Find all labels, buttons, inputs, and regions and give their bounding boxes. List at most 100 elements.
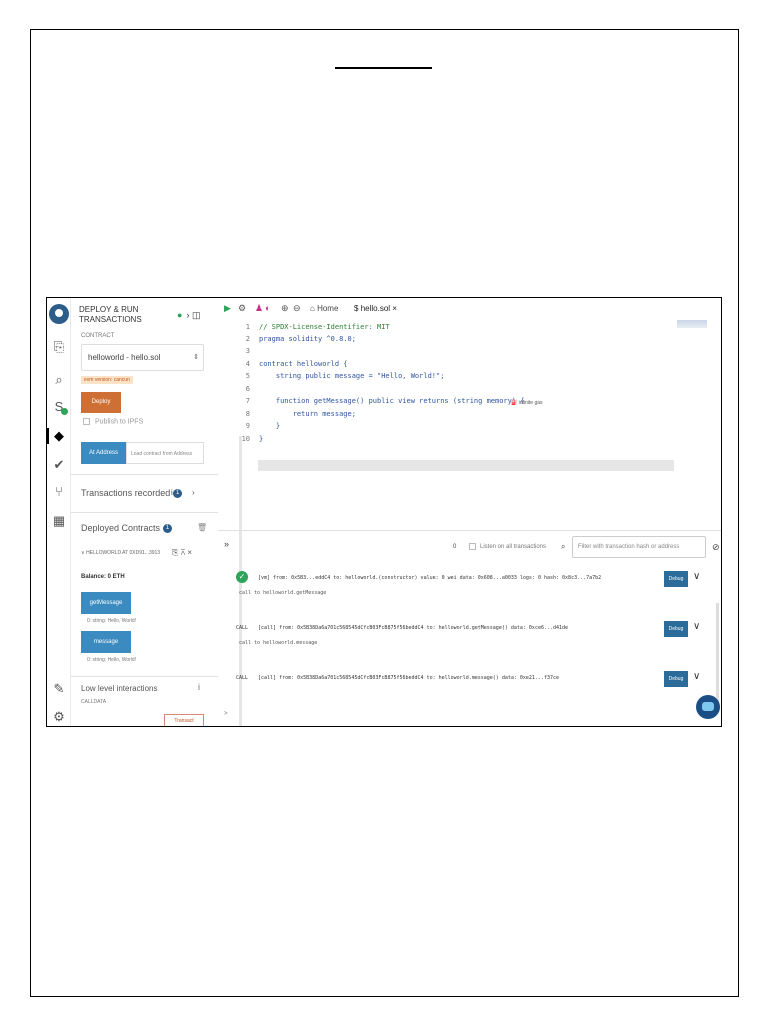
success-check-icon: ✓ bbox=[236, 571, 248, 583]
at-address-input[interactable]: Load contract from Address bbox=[126, 442, 204, 464]
call-tag: CALL bbox=[236, 625, 249, 631]
remix-logo-icon[interactable] bbox=[49, 304, 69, 324]
line-code: contract helloworld { bbox=[259, 360, 348, 368]
shield-icon[interactable]: ● bbox=[177, 310, 182, 320]
chevron-down-icon[interactable]: ∨ bbox=[693, 621, 700, 632]
listen-all-option[interactable]: Listen on all transactions bbox=[469, 543, 546, 550]
line-code: return message; bbox=[259, 410, 356, 418]
panel-title: DEPLOY & RUN TRANSACTIONS bbox=[79, 305, 142, 324]
line-number: 4 bbox=[245, 360, 250, 368]
function-output: 0: string: Hello, World! bbox=[87, 657, 137, 663]
transaction-filter-input[interactable]: Filter with transaction hash or address bbox=[572, 536, 706, 558]
debug-button[interactable]: Debug bbox=[664, 621, 688, 637]
chevron-right-icon[interactable]: › bbox=[186, 310, 189, 320]
publish-ipfs-checkbox[interactable] bbox=[83, 418, 90, 425]
info-icon[interactable]: i bbox=[198, 682, 200, 692]
gas-icon: ⛽ bbox=[511, 400, 518, 406]
test-icon[interactable]: ✔ bbox=[50, 456, 68, 474]
deploy-button[interactable]: Deploy bbox=[81, 392, 121, 413]
zoom-in-icon[interactable]: ⊕ bbox=[281, 303, 289, 314]
line-number: 10 bbox=[241, 435, 250, 443]
file-explorer-icon[interactable]: ⎘ bbox=[50, 338, 68, 356]
debug-button[interactable]: Debug bbox=[664, 571, 688, 587]
transact-button[interactable]: Transact bbox=[164, 714, 204, 726]
debug-button[interactable]: Debug bbox=[664, 671, 688, 687]
deployed-count-badge: 1 bbox=[163, 524, 173, 534]
editor-minimap[interactable] bbox=[677, 320, 707, 328]
icon-rail: ⎘ ⌕ S ◆ ✔ ⑂ ▦ ✎ ⚙ bbox=[47, 298, 71, 726]
panel-header-icons: ● › ◫ bbox=[177, 310, 200, 321]
function-output: 0: string: Hello, World! bbox=[87, 618, 137, 624]
settings-icon[interactable]: ⚙ bbox=[50, 708, 68, 726]
transactions-recorded-label: Transactions recorded bbox=[81, 488, 171, 498]
learneth-icon[interactable]: ▦ bbox=[50, 512, 68, 530]
pin-icon[interactable]: ⊼ bbox=[181, 548, 186, 557]
run-icon[interactable]: ▶ bbox=[224, 303, 231, 314]
deploy-run-icon[interactable]: ◆ bbox=[50, 427, 68, 445]
search-icon[interactable]: ⌕ bbox=[50, 371, 68, 389]
chevron-down-icon[interactable]: ∨ bbox=[81, 550, 85, 556]
log-subtext: call to helloworld.message bbox=[239, 640, 318, 646]
transactions-count-badge: 1 bbox=[173, 489, 183, 499]
function-button-getmessage[interactable]: getMessage bbox=[81, 592, 131, 614]
line-number: 6 bbox=[245, 385, 250, 393]
remix-ide-screenshot: ⎘ ⌕ S ◆ ✔ ⑂ ▦ ✎ ⚙ DEPLOY & RUN TRANSACTI… bbox=[46, 297, 722, 727]
clear-console-icon[interactable]: ⊘ bbox=[712, 542, 720, 553]
close-icon[interactable]: × bbox=[392, 304, 397, 313]
divider bbox=[71, 676, 218, 677]
function-button-message[interactable]: message bbox=[81, 631, 131, 653]
listen-all-checkbox[interactable] bbox=[469, 543, 476, 550]
listen-all-label: Listen on all transactions bbox=[480, 544, 547, 551]
ai-chat-robot-icon[interactable] bbox=[696, 695, 720, 719]
chevron-right-icon[interactable]: › bbox=[192, 488, 195, 497]
line-number: 7 bbox=[245, 397, 250, 405]
line-number: 9 bbox=[245, 422, 250, 430]
line-number: 1 bbox=[245, 323, 250, 331]
git-icon[interactable]: ⑂ bbox=[50, 483, 68, 501]
home-icon: ⌂ bbox=[310, 304, 315, 313]
terminal-prompt[interactable]: > bbox=[224, 711, 228, 717]
line-code: pragma solidity ^0.8.0; bbox=[259, 335, 356, 343]
chevron-down-icon[interactable]: ∨ bbox=[693, 571, 700, 582]
log-subtext: call to helloworld.getMessage bbox=[239, 590, 327, 596]
tab-file-label: hello.sol bbox=[360, 304, 391, 313]
line-code: string public message = "Hello, World!"; bbox=[259, 372, 445, 380]
line-code: } bbox=[259, 435, 264, 443]
evm-version-badge: evm version: cancun bbox=[81, 376, 133, 384]
publish-ipfs-option[interactable]: Publish to IPFS bbox=[83, 418, 143, 425]
chevron-down-icon[interactable]: ∨ bbox=[693, 671, 700, 682]
solidity-file-icon: $ bbox=[354, 304, 359, 313]
line-code: // SPDX-License-Identifier: MIT bbox=[259, 323, 390, 331]
gear-icon[interactable]: ⚙ bbox=[238, 303, 246, 314]
contract-select[interactable]: helloworld - hello.sol ⇕ bbox=[81, 344, 204, 371]
transactions-recorded-header[interactable]: Transactions recorded 1 bbox=[81, 488, 183, 499]
trash-icon[interactable]: 🗑 bbox=[197, 523, 207, 532]
editor-tab-bar: ▶ ⚙ ♟ ◐ ⊕ ⊖ ⌂ Home $ hello.sol × bbox=[218, 298, 721, 318]
instance-action-icons: ⎘ ⊼ × bbox=[172, 548, 192, 558]
zoom-out-icon[interactable]: ⊖ bbox=[293, 303, 301, 314]
active-plugin-indicator bbox=[47, 428, 49, 444]
log-text: [call] from: 0x5B38Da6a701c568545dCfcB03… bbox=[258, 625, 569, 631]
close-icon[interactable]: × bbox=[187, 548, 192, 557]
at-address-button[interactable]: At Address bbox=[81, 442, 126, 464]
line-number: 2 bbox=[245, 335, 250, 343]
toggle-icon[interactable]: ◐ bbox=[265, 303, 270, 313]
editor-area: ▶ ⚙ ♟ ◐ ⊕ ⊖ ⌂ Home $ hello.sol × 1 // SPD… bbox=[218, 298, 721, 726]
pending-transactions-count: 0 bbox=[453, 544, 457, 550]
line-code: function getMessage() public view return… bbox=[259, 397, 525, 405]
divider bbox=[71, 474, 218, 475]
copy-icon[interactable]: ⎘ bbox=[172, 548, 178, 557]
ai-assistant-icon[interactable]: ♟ bbox=[255, 303, 263, 314]
panel-toggle-icon[interactable]: ◫ bbox=[192, 310, 201, 320]
terminal-scrollbar[interactable] bbox=[716, 603, 719, 703]
contract-instance-header[interactable]: ∨ HELLOWORLD AT 0XD91...3913 bbox=[81, 550, 160, 556]
plugin-manager-icon[interactable]: ✎ bbox=[50, 680, 68, 698]
tab-home[interactable]: ⌂ Home bbox=[310, 304, 338, 313]
tab-hello-sol[interactable]: $ hello.sol × bbox=[354, 304, 397, 313]
line-number: 5 bbox=[245, 372, 250, 380]
line-code: } bbox=[259, 422, 281, 430]
collapse-terminal-icon[interactable]: » bbox=[224, 539, 229, 549]
log-text: [call] from: 0x5B38Da6a701c568545dCfcB03… bbox=[258, 675, 560, 681]
solidity-compiler-icon[interactable]: S bbox=[50, 398, 68, 416]
info-icon[interactable]: i bbox=[171, 488, 173, 497]
